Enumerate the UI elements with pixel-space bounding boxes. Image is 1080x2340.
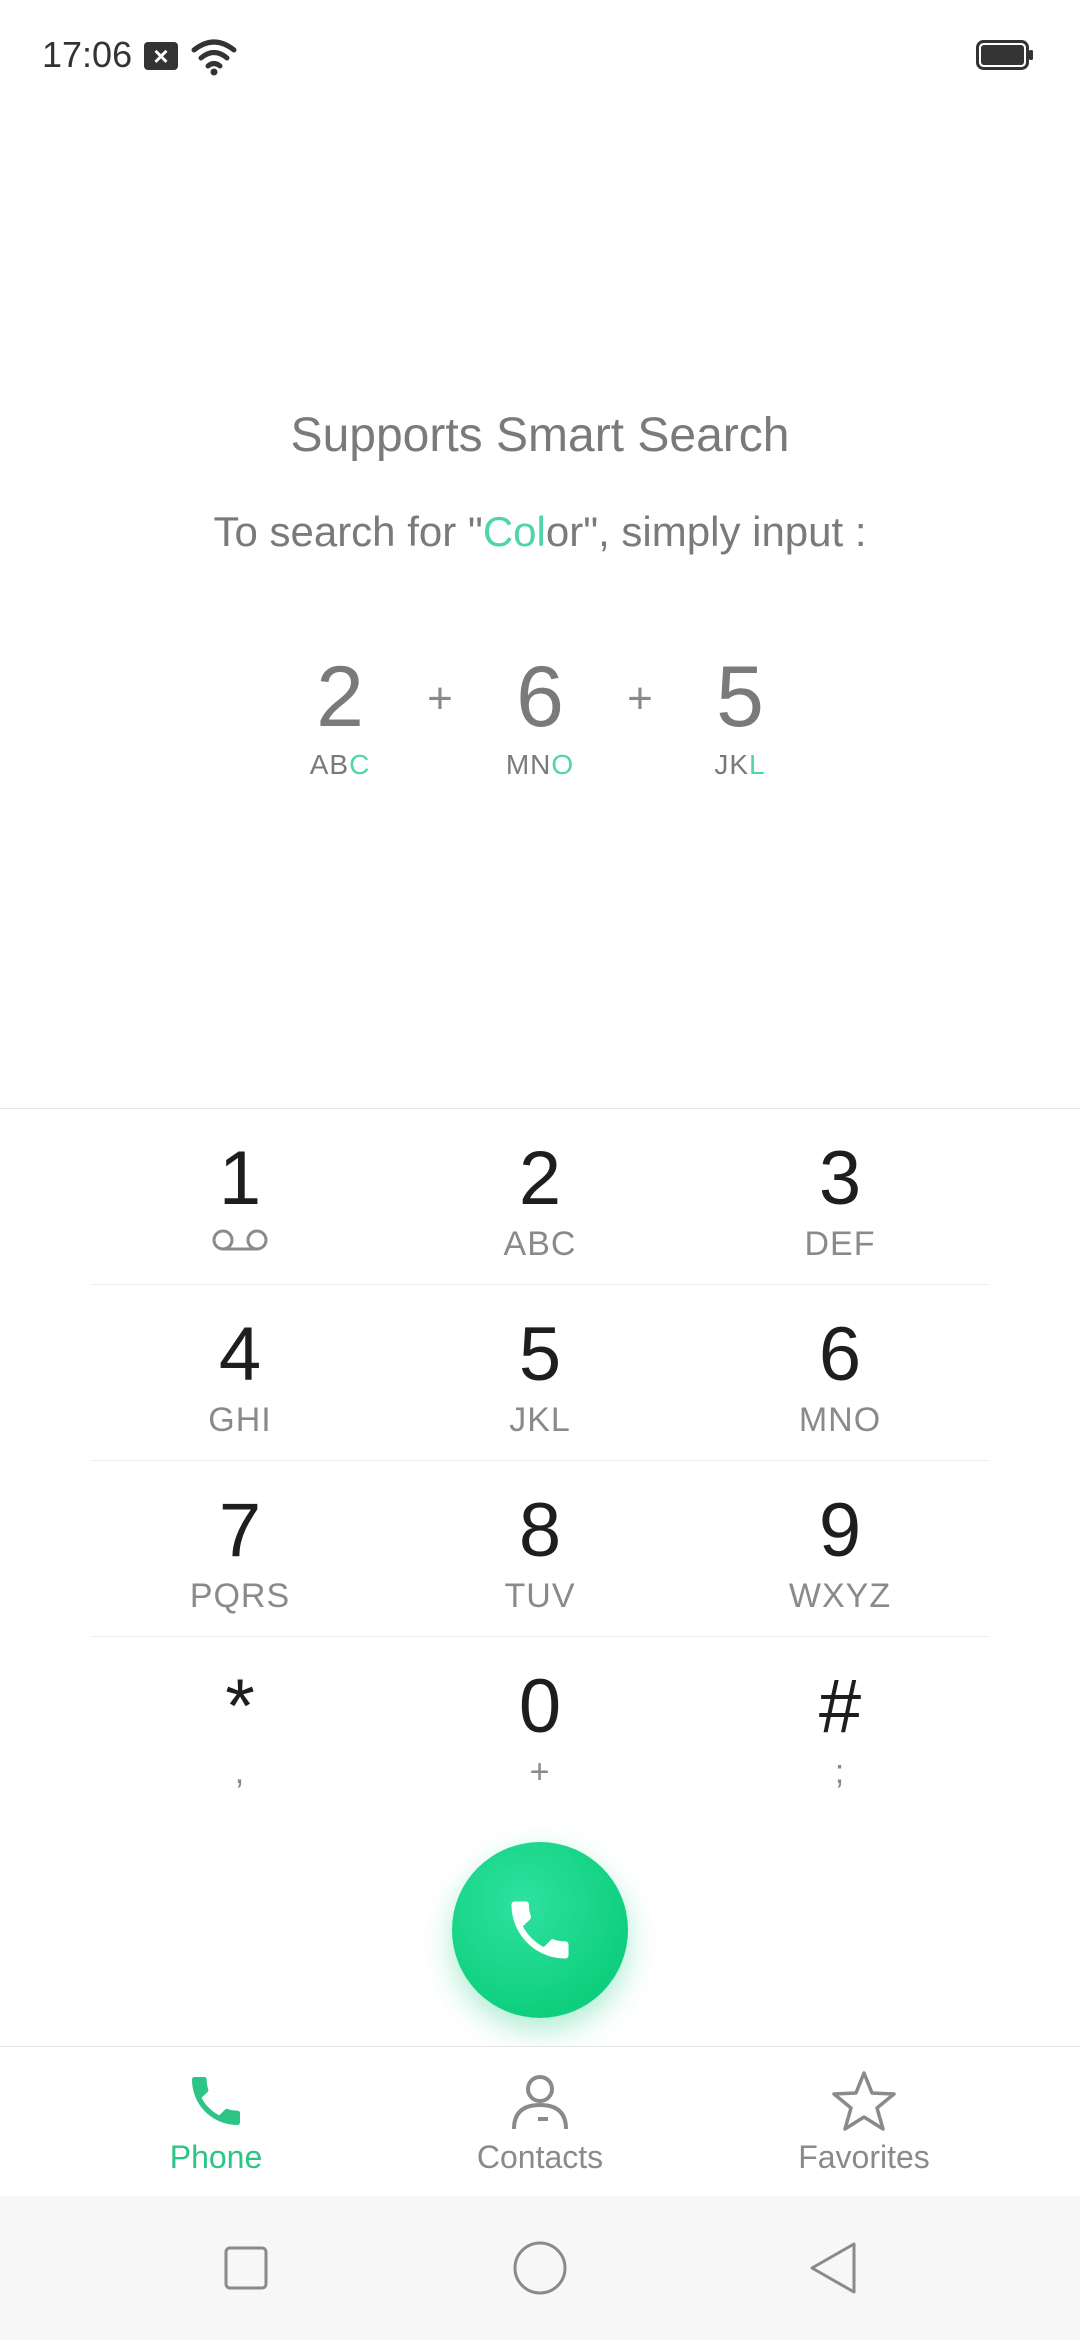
key-5[interactable]: 5 JKL — [390, 1285, 690, 1461]
keypad-row: 1 2 ABC 3 DEF — [90, 1109, 990, 1285]
subtitle-prefix: To search for " — [213, 508, 483, 555]
key-letters: JKL — [509, 1401, 571, 1439]
key-digit: 1 — [218, 1136, 262, 1221]
example-key: 6 MNO — [480, 650, 600, 781]
keypad-row: 4 GHI 5 JKL 6 MNO — [90, 1285, 990, 1461]
key-2[interactable]: 2 ABC — [390, 1109, 690, 1285]
key-digit: 3 — [818, 1136, 862, 1221]
status-bar: 17:06 × — [0, 0, 1080, 110]
key-digit: 4 — [218, 1312, 262, 1397]
smart-search-subtitle: To search for "Color", simply input : — [0, 508, 1080, 556]
key-digit: 0 — [518, 1664, 562, 1749]
bottom-tab-bar: Phone Contacts Favorites — [0, 2046, 1080, 2196]
example-letters: JKL — [680, 749, 800, 781]
subtitle-rest: or", simply input : — [545, 508, 867, 555]
tab-label: Contacts — [476, 2139, 604, 2175]
key-letters: , — [234, 1753, 246, 1791]
example-letters-highlight: C — [349, 749, 371, 780]
tab-label: Favorites — [798, 2139, 930, 2175]
tab-contacts[interactable]: Contacts — [390, 2047, 690, 2197]
key-star[interactable]: * , — [90, 1637, 390, 1813]
key-letters: DEF — [804, 1225, 876, 1263]
example-letters-plain: AB — [309, 749, 350, 780]
key-digit: * — [225, 1664, 255, 1749]
example-letters-highlight: L — [749, 749, 766, 780]
square-icon[interactable] — [216, 2238, 276, 2298]
key-letters: PQRS — [189, 1577, 291, 1615]
circle-icon[interactable] — [510, 2238, 570, 2298]
key-letters: TUV — [504, 1577, 576, 1615]
plus-sign: + — [427, 674, 453, 723]
key-letters: MNO — [798, 1401, 882, 1439]
key-digit: 6 — [818, 1312, 862, 1397]
key-digit: 9 — [818, 1488, 862, 1573]
smart-search-title: Supports Smart Search — [290, 409, 790, 462]
key-9[interactable]: 9 WXYZ — [690, 1461, 990, 1637]
example-letters: ABC — [280, 749, 400, 781]
close-box-icon: × — [144, 42, 178, 70]
key-digit: 5 — [518, 1312, 562, 1397]
key-digit: # — [818, 1664, 862, 1749]
keypad-row: 7 PQRS 8 TUV 9 WXYZ — [90, 1461, 990, 1637]
triangle-back-icon[interactable] — [804, 2238, 864, 2298]
key-letters: ABC — [503, 1225, 577, 1263]
subtitle-highlight: Col — [482, 508, 546, 555]
plus-sign: + — [627, 674, 653, 723]
keypad-row: * , 0 + # ; — [90, 1637, 990, 1813]
key-letters: GHI — [208, 1401, 272, 1439]
key-6[interactable]: 6 MNO — [690, 1285, 990, 1461]
example-key: 2 ABC — [280, 650, 400, 781]
wifi-icon — [191, 39, 237, 76]
key-letters: + — [529, 1753, 551, 1791]
voicemail-icon — [212, 1229, 268, 1251]
person-icon — [512, 2075, 568, 2130]
key-letters: ; — [834, 1753, 846, 1791]
smart-search-example: 2 ABC + 6 MNO + 5 JKL — [0, 650, 1080, 790]
example-letters-plain: MN — [505, 749, 552, 780]
key-digit: 8 — [518, 1488, 562, 1573]
key-hash[interactable]: # ; — [690, 1637, 990, 1813]
system-navigation-bar — [0, 2196, 1080, 2340]
tab-favorites[interactable]: Favorites — [714, 2047, 1014, 2197]
key-1[interactable]: 1 — [90, 1109, 390, 1285]
phone-icon — [511, 1901, 569, 1959]
example-letters: MNO — [480, 749, 600, 781]
battery-icon — [976, 40, 1033, 70]
example-digit: 2 — [316, 649, 364, 745]
example-letters-highlight: O — [551, 749, 575, 780]
key-4[interactable]: 4 GHI — [90, 1285, 390, 1461]
star-icon — [832, 2071, 896, 2131]
phone-icon — [192, 2077, 240, 2125]
key-8[interactable]: 8 TUV — [390, 1461, 690, 1637]
key-digit: 7 — [218, 1488, 262, 1573]
tab-phone[interactable]: Phone — [66, 2047, 366, 2197]
key-0[interactable]: 0 + — [390, 1637, 690, 1813]
key-7[interactable]: 7 PQRS — [90, 1461, 390, 1637]
example-digit: 5 — [716, 649, 764, 745]
tab-label: Phone — [169, 2139, 263, 2175]
example-digit: 6 — [516, 649, 564, 745]
key-digit: 2 — [518, 1136, 562, 1221]
key-letters: WXYZ — [788, 1577, 892, 1615]
call-button[interactable] — [452, 1842, 628, 2018]
status-time: 17:06 — [42, 34, 133, 75]
example-letters-plain: JK — [714, 749, 750, 780]
example-key: 5 JKL — [680, 650, 800, 781]
key-3[interactable]: 3 DEF — [690, 1109, 990, 1285]
